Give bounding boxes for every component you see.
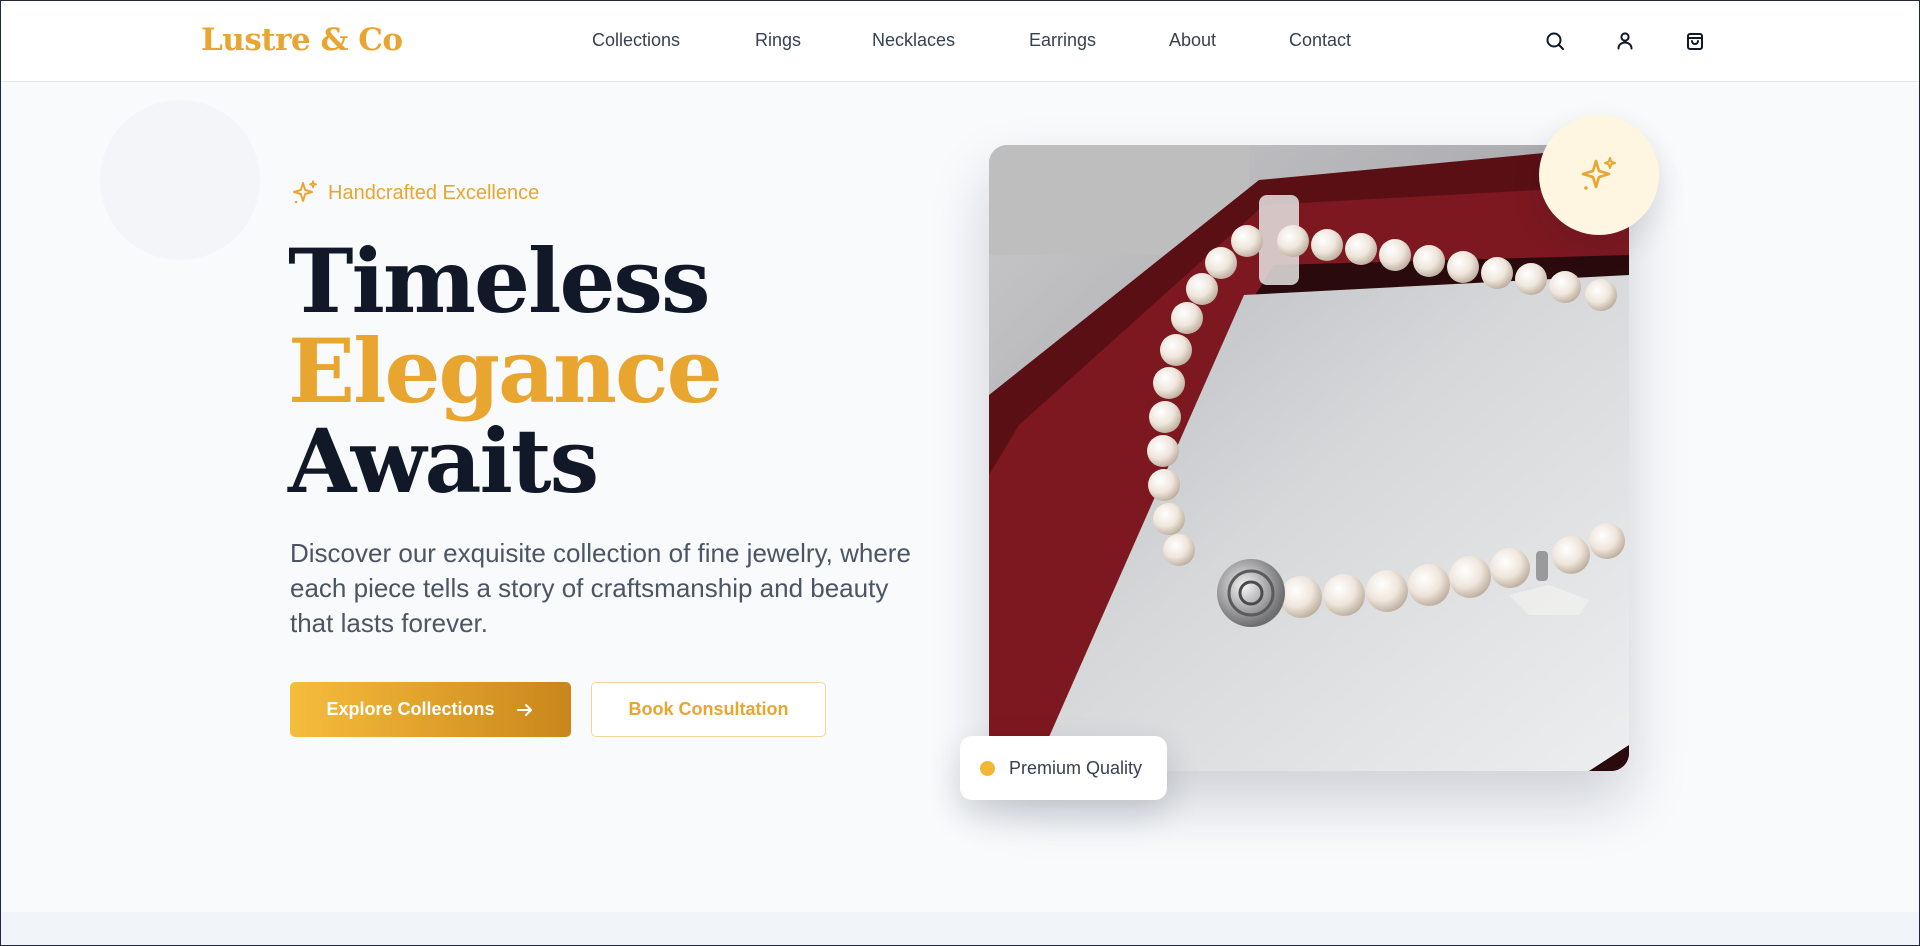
premium-quality-badge: Premium Quality bbox=[960, 736, 1167, 800]
search-icon[interactable] bbox=[1543, 29, 1567, 53]
hero-product-image bbox=[989, 145, 1629, 771]
user-icon[interactable] bbox=[1613, 29, 1637, 53]
nav-earrings[interactable]: Earrings bbox=[1029, 30, 1096, 51]
headline-line-2: Elegance bbox=[288, 319, 723, 423]
decorative-circle bbox=[100, 100, 260, 260]
sparkles-icon bbox=[293, 180, 318, 204]
explore-collections-button[interactable]: Explore Collections bbox=[290, 682, 571, 737]
nav-contact[interactable]: Contact bbox=[1289, 30, 1351, 51]
book-consultation-button[interactable]: Book Consultation bbox=[591, 682, 826, 737]
headline-line-3: Awaits bbox=[288, 409, 599, 513]
tagline-text: Handcrafted Excellence bbox=[328, 181, 540, 204]
nav-about[interactable]: About bbox=[1169, 30, 1216, 51]
nav-necklaces[interactable]: Necklaces bbox=[872, 30, 955, 51]
hero-tagline: Handcrafted Excellence bbox=[290, 178, 539, 208]
shopping-bag-icon[interactable] bbox=[1683, 29, 1707, 53]
pearl-necklace-image bbox=[989, 145, 1629, 771]
brand-logo[interactable]: Lustre & Co bbox=[201, 22, 403, 58]
site-header: Lustre & Co Collections Rings Necklaces … bbox=[0, 0, 1920, 82]
nav-collections[interactable]: Collections bbox=[592, 30, 680, 51]
sparkles-icon bbox=[1581, 157, 1616, 190]
headline-line-1: Timeless bbox=[288, 229, 711, 333]
badge-label: Premium Quality bbox=[1009, 757, 1143, 778]
status-dot bbox=[980, 760, 995, 776]
explore-collections-label: Explore Collections bbox=[326, 699, 495, 719]
nav-rings[interactable]: Rings bbox=[755, 30, 801, 51]
next-section-edge bbox=[0, 912, 1920, 946]
sparkle-badge bbox=[1539, 115, 1659, 235]
hero-description: Discover our exquisite collection of fin… bbox=[290, 538, 911, 638]
hero-headline: Timeless Elegance Awaits bbox=[288, 229, 723, 513]
arrow-right-icon bbox=[516, 703, 532, 716]
